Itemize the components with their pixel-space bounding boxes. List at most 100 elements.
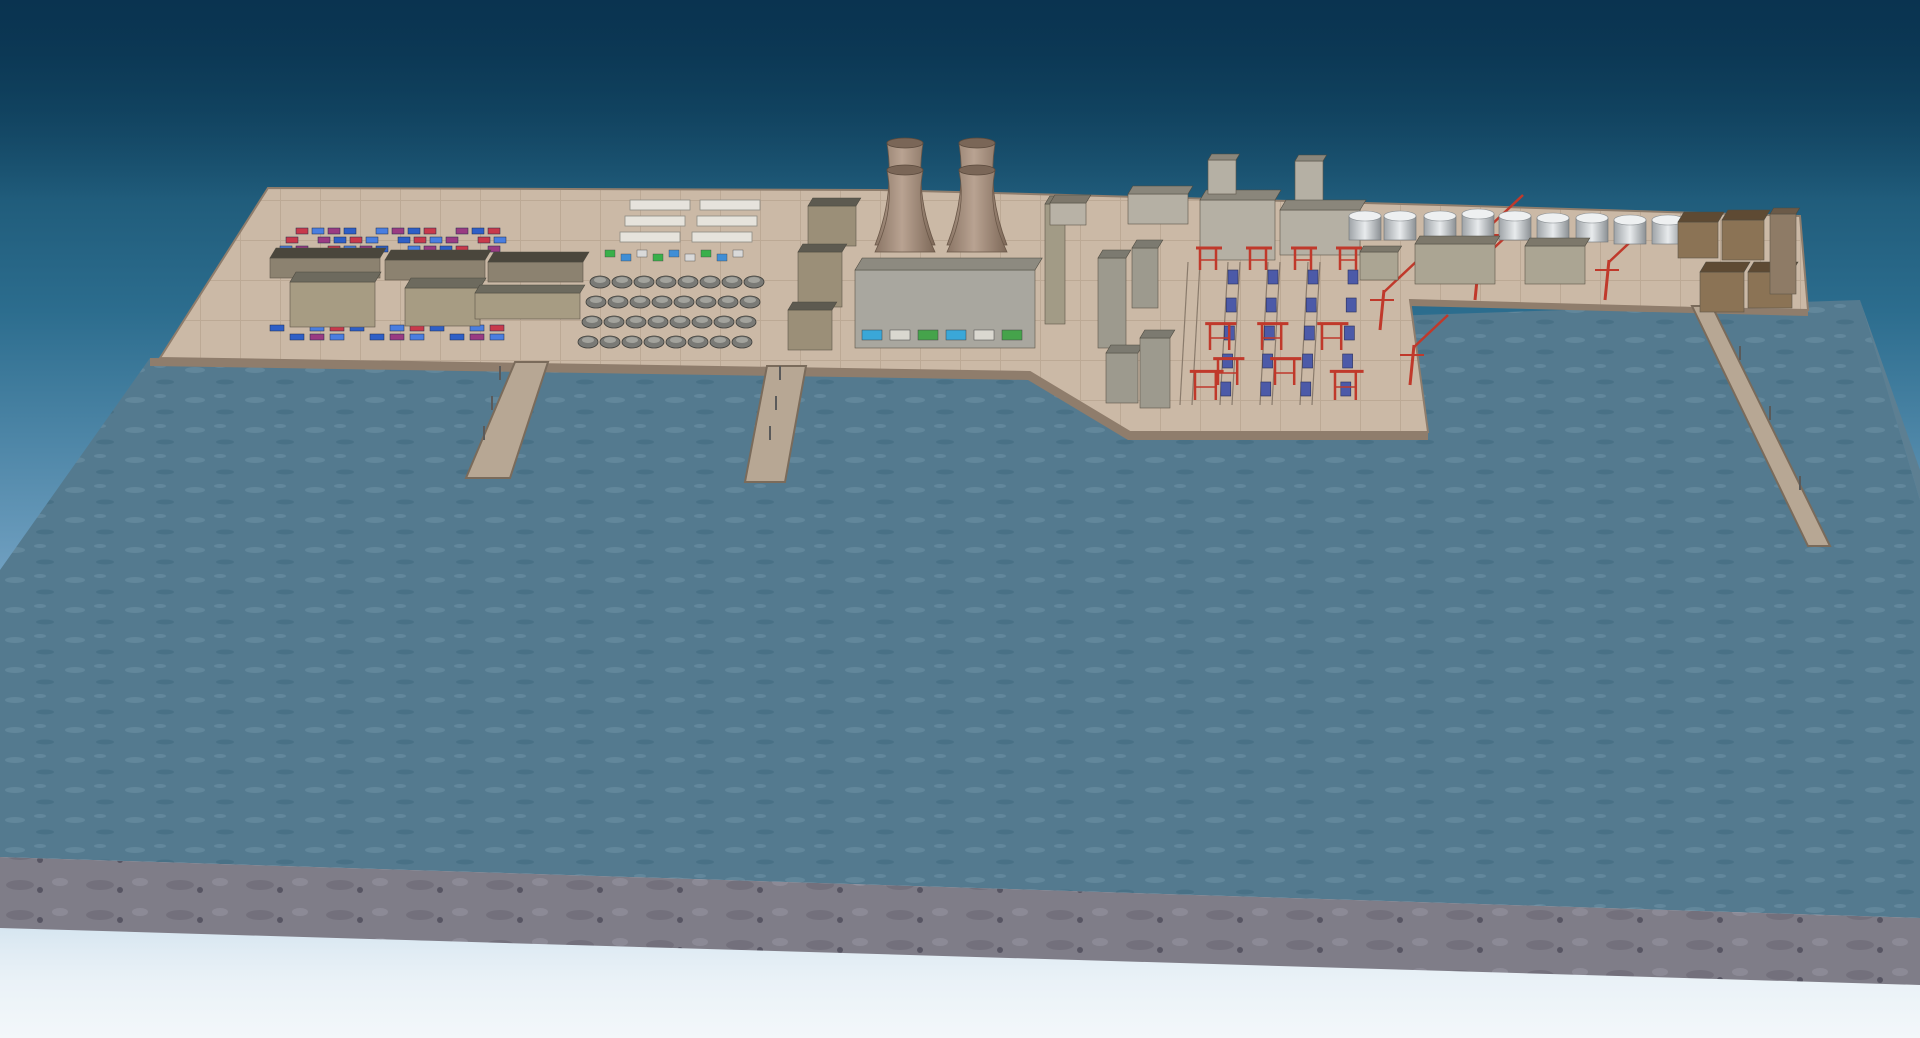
container-stack — [333, 236, 347, 244]
terminal-building-2-wall — [404, 287, 481, 327]
shed-2-roof — [384, 249, 492, 261]
turbine-hall-southwest-wall — [787, 309, 833, 351]
turbine-hall-north-roof — [807, 197, 862, 207]
storage-tank-roof — [1423, 210, 1457, 222]
round-tank-top — [586, 317, 598, 323]
tower-building-2-roof — [1294, 154, 1328, 162]
storage-hall-roof — [629, 199, 691, 211]
east-warehouse-2 — [1721, 209, 1771, 261]
harbor-scene[interactable] — [0, 0, 1920, 1038]
turbine-hall-southwest-roof — [787, 301, 838, 311]
terminal-building-2-roof — [404, 277, 487, 289]
storage-hall-roof — [696, 215, 758, 227]
equipment-block — [1001, 329, 1023, 341]
round-tank-top — [696, 317, 708, 323]
round-tank-top — [744, 297, 756, 303]
tank-farm-building-1-roof — [1359, 245, 1403, 253]
equipment-block — [889, 329, 911, 341]
storage-tank — [1613, 214, 1647, 245]
tank-farm-building-3-roof — [1524, 237, 1591, 247]
round-tank-top — [638, 277, 650, 283]
cooling-tower-rim — [886, 164, 924, 176]
container-stack — [429, 236, 443, 244]
water-surface — [0, 300, 1920, 918]
generator-hall-roof — [854, 257, 1043, 271]
machinery-unit — [604, 249, 616, 258]
container-stack — [391, 227, 405, 235]
rail-wagon — [1300, 381, 1312, 397]
berth-building-3-roof — [1105, 344, 1144, 354]
boiler-house-wall — [1049, 202, 1087, 226]
container-stack — [477, 236, 491, 244]
equipment-block — [945, 329, 967, 341]
east-warehouse-3-roof — [1699, 261, 1751, 273]
container-stack — [327, 227, 341, 235]
round-tank-top — [718, 317, 730, 323]
storage-hall-roof — [619, 231, 681, 243]
3d-viewport[interactable] — [0, 0, 1920, 1038]
storage-tank — [1461, 208, 1495, 239]
rail-wagon — [1262, 353, 1273, 369]
round-tank-top — [704, 277, 716, 283]
terminal-building-3-roof — [474, 284, 586, 294]
storage-tank — [1536, 212, 1570, 243]
shed-1-roof — [269, 247, 387, 259]
terminal-building-1-wall — [289, 281, 376, 328]
rail-wagon — [1302, 353, 1313, 369]
container-stack — [269, 324, 285, 332]
round-tank-top — [740, 317, 752, 323]
round-tank-top — [590, 297, 602, 303]
cooling-tower-rim — [958, 164, 996, 176]
east-warehouse-1-wall — [1677, 221, 1719, 259]
shed-2-wall — [384, 259, 486, 281]
round-tank-top — [748, 277, 760, 283]
boiler-house-roof — [1049, 194, 1092, 204]
container-stack — [489, 333, 505, 341]
container-stack — [329, 333, 345, 341]
machinery-unit — [684, 253, 696, 262]
equipment-block — [973, 329, 995, 341]
container-stack — [343, 227, 357, 235]
rail-wagon — [1265, 297, 1277, 313]
tank-farm-building-3 — [1524, 237, 1591, 285]
machinery-unit — [732, 249, 744, 258]
turbine-hall-west — [797, 243, 848, 308]
round-tank-top — [714, 337, 726, 343]
round-tank-top — [594, 277, 606, 283]
storage-tank — [1498, 210, 1532, 241]
rail-wagon — [1340, 381, 1352, 397]
container-stack — [311, 227, 325, 235]
container-stack — [397, 236, 411, 244]
machinery-unit — [716, 253, 728, 262]
shed-2 — [384, 249, 492, 281]
round-tank-top — [674, 317, 686, 323]
turbine-hall-north-wall — [807, 205, 857, 247]
east-warehouse-2-roof — [1721, 209, 1771, 221]
berth-building-2 — [1131, 239, 1164, 309]
turbine-hall-southwest — [787, 301, 838, 351]
shed-3-roof — [487, 251, 590, 263]
container-stack — [449, 333, 465, 341]
rail-wagon — [1305, 297, 1317, 313]
shed-3-wall — [487, 261, 584, 283]
round-tank-top — [678, 297, 690, 303]
rail-wagon — [1260, 381, 1272, 397]
round-tank-top — [634, 297, 646, 303]
east-shed-wall — [1769, 213, 1797, 295]
terminal-building-1-roof — [289, 271, 382, 283]
machinery-unit — [620, 253, 632, 262]
container-stack — [375, 227, 389, 235]
berth-building-4 — [1139, 329, 1176, 409]
terminal-building-3 — [474, 284, 586, 320]
container-stack — [409, 333, 425, 341]
tank-farm-building-2 — [1414, 235, 1501, 285]
plant-building-wall — [1199, 199, 1276, 261]
round-tank-top — [630, 317, 642, 323]
terminal-building-1 — [289, 271, 382, 328]
rail-wagon — [1225, 297, 1237, 313]
storage-tank-roof — [1498, 210, 1532, 222]
container-stack — [487, 227, 501, 235]
rail-wagon — [1304, 325, 1315, 341]
storage-tank-roof — [1383, 210, 1417, 222]
boiler-house — [1049, 194, 1092, 226]
